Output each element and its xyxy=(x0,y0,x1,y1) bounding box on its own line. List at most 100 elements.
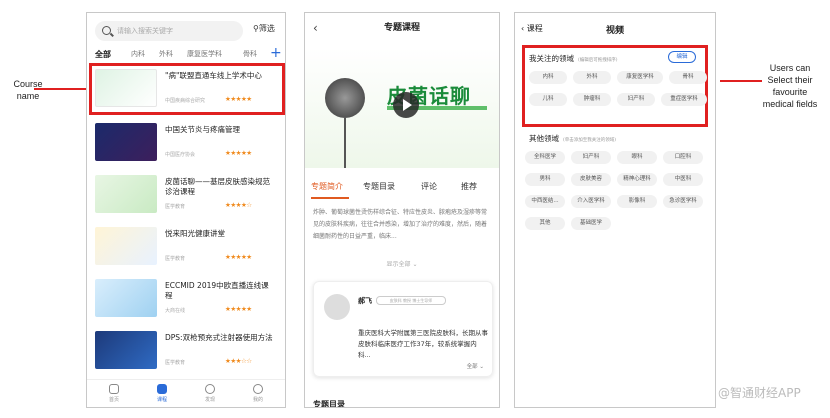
course-title: ECCMID 2019中欧直播连线课程 xyxy=(165,281,269,300)
tab-internal[interactable]: 内科 xyxy=(131,49,145,59)
other-chip[interactable]: 基础医学 xyxy=(571,217,611,230)
phone-course-list: 请输入搜索关键字 ⚲筛选 全部 内科 外科 康复医学科 骨科 + "病"联盟直通… xyxy=(86,12,286,408)
course-thumbnail xyxy=(95,279,157,317)
other-chip[interactable]: 介入医学科 xyxy=(571,195,611,208)
nav-courses[interactable]: 课程 xyxy=(147,384,177,403)
favourite-fields-annotation: Users can Select their favourite medical… xyxy=(752,62,828,110)
tab-comments[interactable]: 评论 xyxy=(421,181,437,192)
course-thumbnail xyxy=(95,331,157,369)
search-icon xyxy=(102,26,111,35)
course-item[interactable]: DPS:双枪预充式注射器使用方法 医学教育 ★★★☆☆ xyxy=(95,331,275,371)
page-title: 视频 xyxy=(605,26,624,36)
favourite-chip[interactable]: 康复医学科 xyxy=(617,71,663,84)
watermark: @智通财经APP xyxy=(718,386,801,400)
play-icon[interactable] xyxy=(393,92,419,118)
course-meta: 医学教育 xyxy=(165,256,186,262)
doctor-name: 郝飞 xyxy=(358,297,372,305)
tab-rehab[interactable]: 康复医学科 xyxy=(187,49,222,59)
course-item[interactable]: 悦来阳光健康讲堂 医学教育 ★★★★★ xyxy=(95,227,275,267)
annotation-connector xyxy=(34,88,90,90)
course-title: DPS:双枪预充式注射器使用方法 xyxy=(165,333,273,342)
course-title: 中国关节炎与疼痛管理 xyxy=(165,125,240,134)
course-meta: 中国医疗协会 xyxy=(165,152,196,158)
compass-icon xyxy=(205,384,215,394)
topic-description: 炸肿、葡萄球菌性烫伤样综合征、特应性皮炎、脓疱疮及湿疹等常见的皮肤科疾病，往往合… xyxy=(313,209,488,240)
other-chip[interactable]: 中西医结... xyxy=(525,195,565,208)
nav-discover[interactable]: 发现 xyxy=(195,384,225,403)
other-chip[interactable]: 急诊医学科 xyxy=(663,195,703,208)
course-meta: 大商在线 xyxy=(165,308,186,314)
tab-catalog[interactable]: 专题目录 xyxy=(363,181,395,192)
other-chip[interactable]: 中医科 xyxy=(663,173,703,186)
favourite-chip[interactable]: 妇产科 xyxy=(617,93,655,106)
bottom-navigation: 首页 课程 发现 我的 xyxy=(87,379,285,407)
course-meta: 医学教育 xyxy=(165,360,186,366)
book-icon xyxy=(157,384,167,394)
favourite-chip[interactable]: 内科 xyxy=(529,71,567,84)
nav-profile[interactable]: 我的 xyxy=(243,384,273,403)
other-chip[interactable]: 皮肤美容 xyxy=(571,173,611,186)
user-icon xyxy=(253,384,263,394)
other-chip[interactable]: 精神心理科 xyxy=(617,173,657,186)
other-chip[interactable]: 其他 xyxy=(525,217,565,230)
other-chip[interactable]: 眼科 xyxy=(617,151,657,164)
course-highlight xyxy=(89,63,285,115)
other-chip[interactable]: 男科 xyxy=(525,173,565,186)
course-item[interactable]: 皮菌话聊——基层皮肤感染规范诊治课程 医学教育 ★★★★☆ xyxy=(95,175,275,215)
nav-label: 我的 xyxy=(252,397,263,403)
rating-stars: ★★★★★ xyxy=(225,253,252,261)
favourite-chip[interactable]: 儿科 xyxy=(529,93,567,106)
favourite-chip[interactable]: 外科 xyxy=(573,71,611,84)
favourite-chip[interactable]: 重症医学科 xyxy=(661,93,707,106)
annotation-line: Users can xyxy=(769,63,811,73)
annotation-line: favourite xyxy=(772,87,808,97)
favourite-chip[interactable]: 骨科 xyxy=(669,71,707,84)
course-item[interactable]: 中国关节炎与疼痛管理 中国医疗协会 ★★★★★ xyxy=(95,123,275,163)
tab-intro[interactable]: 专题简介 xyxy=(311,181,343,192)
favourite-heading-text: 我关注的领域 xyxy=(529,54,574,63)
nav-home[interactable]: 首页 xyxy=(99,384,129,403)
course-meta: 医学教育 xyxy=(165,204,186,210)
course-title: 悦来阳光健康讲堂 xyxy=(165,229,225,238)
back-button[interactable]: ‹ xyxy=(313,21,318,35)
phone-video-fields: ‹ 课程 视频 我关注的领域 (编辑后可拖拽排序) 编辑 内科 外科 康复医学科 … xyxy=(514,12,716,408)
search-input[interactable]: 请输入搜索关键字 xyxy=(95,21,243,41)
tab-surgery[interactable]: 外科 xyxy=(159,49,173,59)
tab-recommend[interactable]: 推荐 xyxy=(461,181,477,192)
other-chip[interactable]: 妇产科 xyxy=(571,151,611,164)
home-icon xyxy=(109,384,119,394)
search-placeholder: 请输入搜索关键字 xyxy=(117,27,173,35)
rating-stars: ★★★★★ xyxy=(225,149,252,157)
course-thumbnail xyxy=(95,175,157,213)
favourite-chip[interactable]: 肿瘤科 xyxy=(573,93,611,106)
doctor-card[interactable]: 郝飞 皮肤科 教授 博士生导师 重庆医科大学附属第三医院皮肤科，长期从事皮肤科临… xyxy=(313,281,493,377)
course-thumbnail xyxy=(95,123,157,161)
tab-all[interactable]: 全部 xyxy=(95,49,111,60)
microphone-illustration xyxy=(325,78,365,118)
tab-ortho[interactable]: 骨科 xyxy=(243,49,257,59)
page-title: 专题课程 xyxy=(383,23,420,33)
doctor-bio: 重庆医科大学附属第三医院皮肤科，长期从事皮肤科临床医疗工作37年，较系统掌握内科… xyxy=(358,329,488,359)
other-chip[interactable]: 影像科 xyxy=(617,195,657,208)
nav-label: 发现 xyxy=(204,397,215,403)
annotation-line: Select their xyxy=(767,75,813,85)
plus-icon[interactable]: + xyxy=(270,45,282,61)
course-item[interactable]: ECCMID 2019中欧直播连线课程 大商在线 ★★★★★ xyxy=(95,279,275,319)
doctor-more-button[interactable]: 全部 ⌄ xyxy=(467,362,484,370)
phone-topic-course: 专题课程 ‹ 皮菌话聊 专题简介 专题目录 评论 推荐 炸肿、葡萄球菌性烫伤样综… xyxy=(304,12,500,408)
doctor-more-label: 全部 xyxy=(466,364,478,370)
other-chip[interactable]: 全科医学 xyxy=(525,151,565,164)
show-all-button[interactable]: 显示全部 ⌄ xyxy=(305,259,499,268)
edit-button[interactable]: 编辑 xyxy=(668,51,696,63)
filter-button[interactable]: ⚲筛选 xyxy=(253,23,275,34)
topic-tabs: 专题简介 专题目录 评论 推荐 xyxy=(311,181,491,197)
other-heading-text: 其他领域 xyxy=(529,134,559,143)
filter-label: 筛选 xyxy=(258,24,275,33)
avatar xyxy=(324,294,350,320)
tab-underline xyxy=(311,197,349,199)
video-player[interactable]: 皮菌话聊 xyxy=(305,48,499,168)
course-thumbnail xyxy=(95,227,157,265)
other-heading: 其他领域 (单击添加至我关注的领域) xyxy=(529,133,616,144)
section-label: 专题目录 xyxy=(313,400,345,408)
other-chip[interactable]: 口腔科 xyxy=(663,151,703,164)
